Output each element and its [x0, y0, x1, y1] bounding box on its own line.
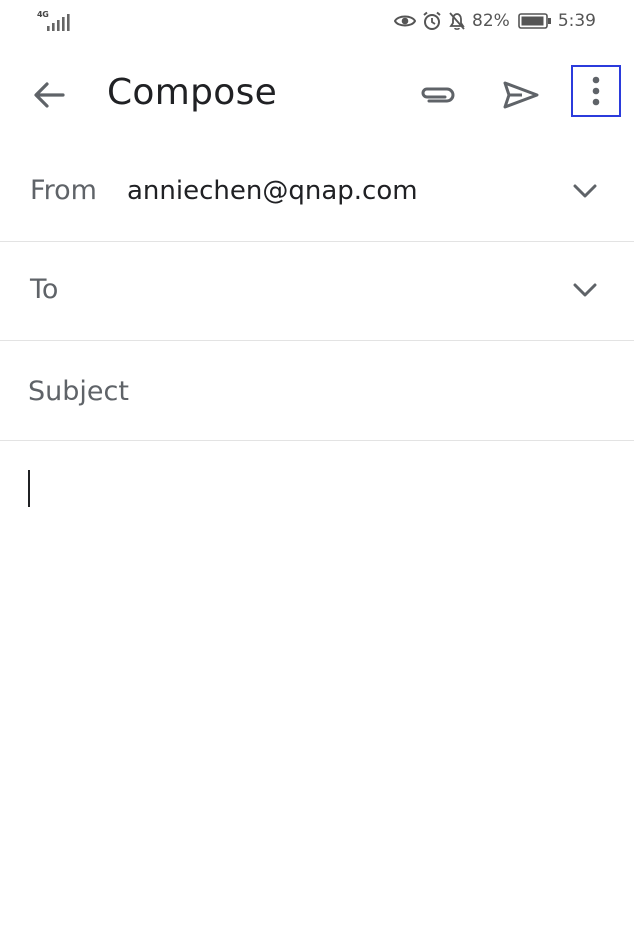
page-title: Compose — [107, 72, 278, 113]
from-account[interactable]: anniechen@qnap.com — [127, 176, 418, 206]
battery-percent: 82% — [472, 11, 510, 31]
more-options-button[interactable] — [571, 65, 621, 117]
notifications-off-icon — [448, 11, 466, 31]
compose-body[interactable] — [0, 442, 634, 927]
send-icon — [503, 81, 539, 109]
send-button[interactable] — [498, 72, 544, 118]
back-arrow-icon — [34, 82, 65, 108]
attach-button[interactable] — [414, 72, 460, 118]
subject-row — [0, 341, 634, 441]
status-icons: 82% 5:39 — [394, 8, 596, 34]
subject-input[interactable] — [28, 365, 608, 417]
to-label: To — [30, 274, 59, 305]
chevron-down-icon — [573, 184, 597, 198]
chevron-down-icon — [573, 283, 597, 297]
from-label: From — [30, 175, 97, 206]
from-row: From anniechen@qnap.com — [0, 142, 634, 242]
back-button[interactable] — [28, 74, 70, 116]
from-expand-button[interactable] — [572, 178, 598, 204]
clock: 5:39 — [557, 11, 596, 31]
alarm-icon — [422, 11, 442, 31]
app-bar: Compose — [0, 50, 634, 136]
attach-icon — [421, 87, 455, 103]
signal-icon — [47, 14, 70, 31]
text-cursor — [28, 470, 30, 507]
signal-indicator: 4G — [37, 10, 77, 32]
to-expand-button[interactable] — [572, 277, 598, 303]
eye-icon — [394, 13, 417, 29]
to-row[interactable]: To — [0, 241, 634, 341]
more-vert-icon — [592, 76, 600, 106]
status-bar: 4G 82% 5:39 — [0, 0, 634, 42]
battery-icon — [518, 13, 552, 29]
